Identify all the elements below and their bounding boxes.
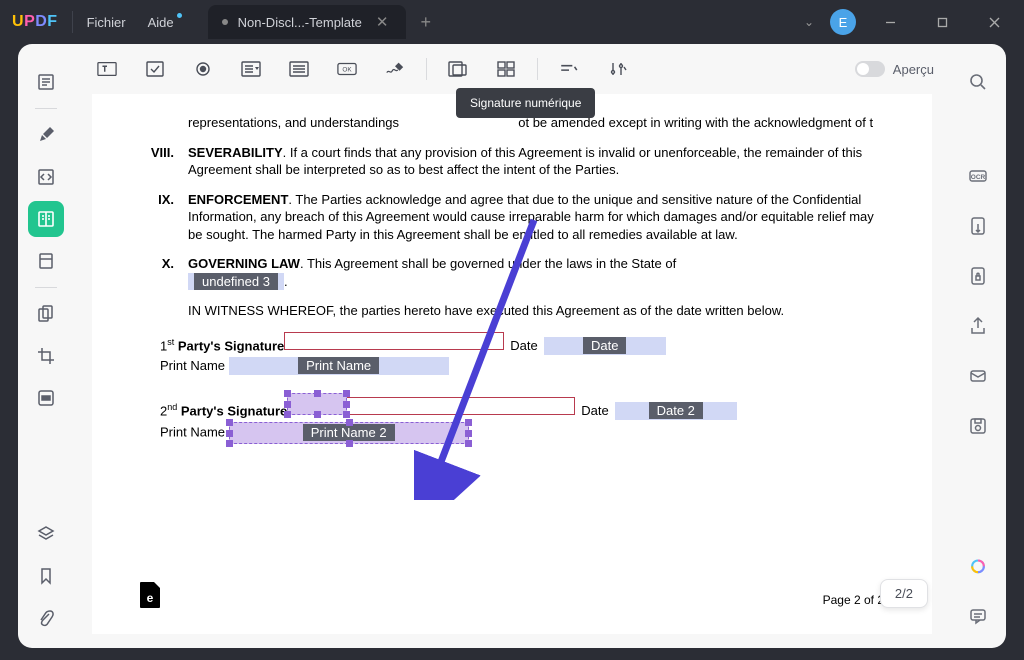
party1-signature-field[interactable]: [284, 332, 504, 350]
text-field-tool[interactable]: [90, 54, 124, 84]
menu-file[interactable]: Fichier: [87, 15, 126, 30]
share-icon[interactable]: [960, 308, 996, 344]
radio-button-tool[interactable]: [186, 54, 220, 84]
party1-name-row: Print Name Print Name: [160, 357, 884, 376]
button-tool[interactable]: OK: [330, 54, 364, 84]
comment-icon[interactable]: [960, 598, 996, 634]
edit-text-icon[interactable]: [28, 159, 64, 195]
party1-printname-field[interactable]: Print Name: [229, 357, 449, 375]
tab-title: Non-Discl...-Template: [238, 15, 362, 30]
party2-signature-row: 2nd Party's Signature Date Date 2: [160, 393, 884, 420]
party1-date-field[interactable]: Date: [544, 337, 666, 355]
party1-signature-row: 1st Party's Signature Date Date: [160, 332, 884, 355]
stamp-icon: e: [140, 582, 160, 608]
section-9: IX. ENFORCEMENT. The Parties acknowledge…: [140, 191, 884, 244]
align-tool[interactable]: [489, 54, 523, 84]
window-close[interactable]: [976, 8, 1012, 36]
form-field-undefined3[interactable]: undefined 3: [194, 273, 278, 290]
arrange-tool[interactable]: [552, 54, 586, 84]
search-icon[interactable]: [960, 64, 996, 100]
convert-icon[interactable]: [960, 208, 996, 244]
toggle-switch[interactable]: [855, 61, 885, 77]
ocr-icon[interactable]: OCR: [960, 158, 996, 194]
document-page: representations, and understandings ot b…: [92, 94, 932, 634]
reader-mode-icon[interactable]: [28, 64, 64, 100]
workspace: OK Aperçu Signature numérique representa…: [18, 44, 1006, 648]
page-indicator[interactable]: 2/2: [880, 579, 928, 608]
protect-icon[interactable]: [960, 258, 996, 294]
page-tool-icon[interactable]: [28, 243, 64, 279]
app-logo: UPDF: [12, 13, 58, 31]
new-tab-button[interactable]: +: [420, 12, 431, 33]
organize-pages-icon[interactable]: [28, 296, 64, 332]
menu-help[interactable]: Aide: [148, 15, 174, 30]
redact-icon[interactable]: [28, 380, 64, 416]
bookmark-icon[interactable]: [28, 558, 64, 594]
listbox-tool[interactable]: [282, 54, 316, 84]
window-minimize[interactable]: [872, 8, 908, 36]
titlebar: UPDF Fichier Aide Non-Discl...-Template …: [0, 0, 1024, 44]
party2-date-field[interactable]: Date 2: [615, 402, 737, 420]
right-sidebar: OCR: [950, 44, 1006, 648]
party2-signature-field[interactable]: [345, 397, 575, 415]
section-8: VIII. SEVERABILITY. If a court finds tha…: [140, 144, 884, 179]
document-tab[interactable]: Non-Discl...-Template ✕: [208, 5, 407, 39]
ai-assistant-icon[interactable]: [962, 552, 994, 584]
checkbox-tool[interactable]: [138, 54, 172, 84]
attachment-icon[interactable]: [28, 600, 64, 636]
tab-close-icon[interactable]: ✕: [372, 13, 393, 31]
window-maximize[interactable]: [924, 8, 960, 36]
party2-signature-field-selected-left[interactable]: [287, 393, 347, 415]
tab-status-dot: [222, 19, 228, 25]
preview-toggle[interactable]: Aperçu: [855, 61, 934, 77]
user-avatar[interactable]: E: [830, 9, 856, 35]
layers-icon[interactable]: [28, 516, 64, 552]
dropdown-tool[interactable]: [234, 54, 268, 84]
form-mode-icon[interactable]: [28, 201, 64, 237]
signature-tooltip: Signature numérique: [456, 88, 595, 118]
document-area: OK Aperçu Signature numérique representa…: [74, 44, 950, 648]
annotate-icon[interactable]: [28, 117, 64, 153]
forms-toolbar: OK Aperçu: [74, 44, 950, 94]
witness-paragraph: IN WITNESS WHEREOF, the parties hereto h…: [188, 302, 884, 320]
svg-text:OCR: OCR: [971, 174, 986, 181]
party2-name-row: Print Name Print Name 2: [160, 422, 884, 444]
email-icon[interactable]: [960, 358, 996, 394]
save-icon[interactable]: [960, 408, 996, 444]
svg-text:OK: OK: [342, 67, 352, 74]
page-scroll-area[interactable]: representations, and understandings ot b…: [74, 94, 950, 648]
section-10: X. GOVERNING LAW. This Agreement shall b…: [140, 255, 884, 290]
left-sidebar: [18, 44, 74, 648]
party2-printname-field-selected[interactable]: Print Name 2: [229, 422, 469, 444]
tab-list-dropdown[interactable]: ⌄: [804, 15, 814, 29]
signature-tool[interactable]: [378, 54, 412, 84]
page-number-footer: Page 2 of 2: [823, 592, 884, 608]
settings-tool[interactable]: [600, 54, 634, 84]
crop-icon[interactable]: [28, 338, 64, 374]
highlight-fields-tool[interactable]: [441, 54, 475, 84]
